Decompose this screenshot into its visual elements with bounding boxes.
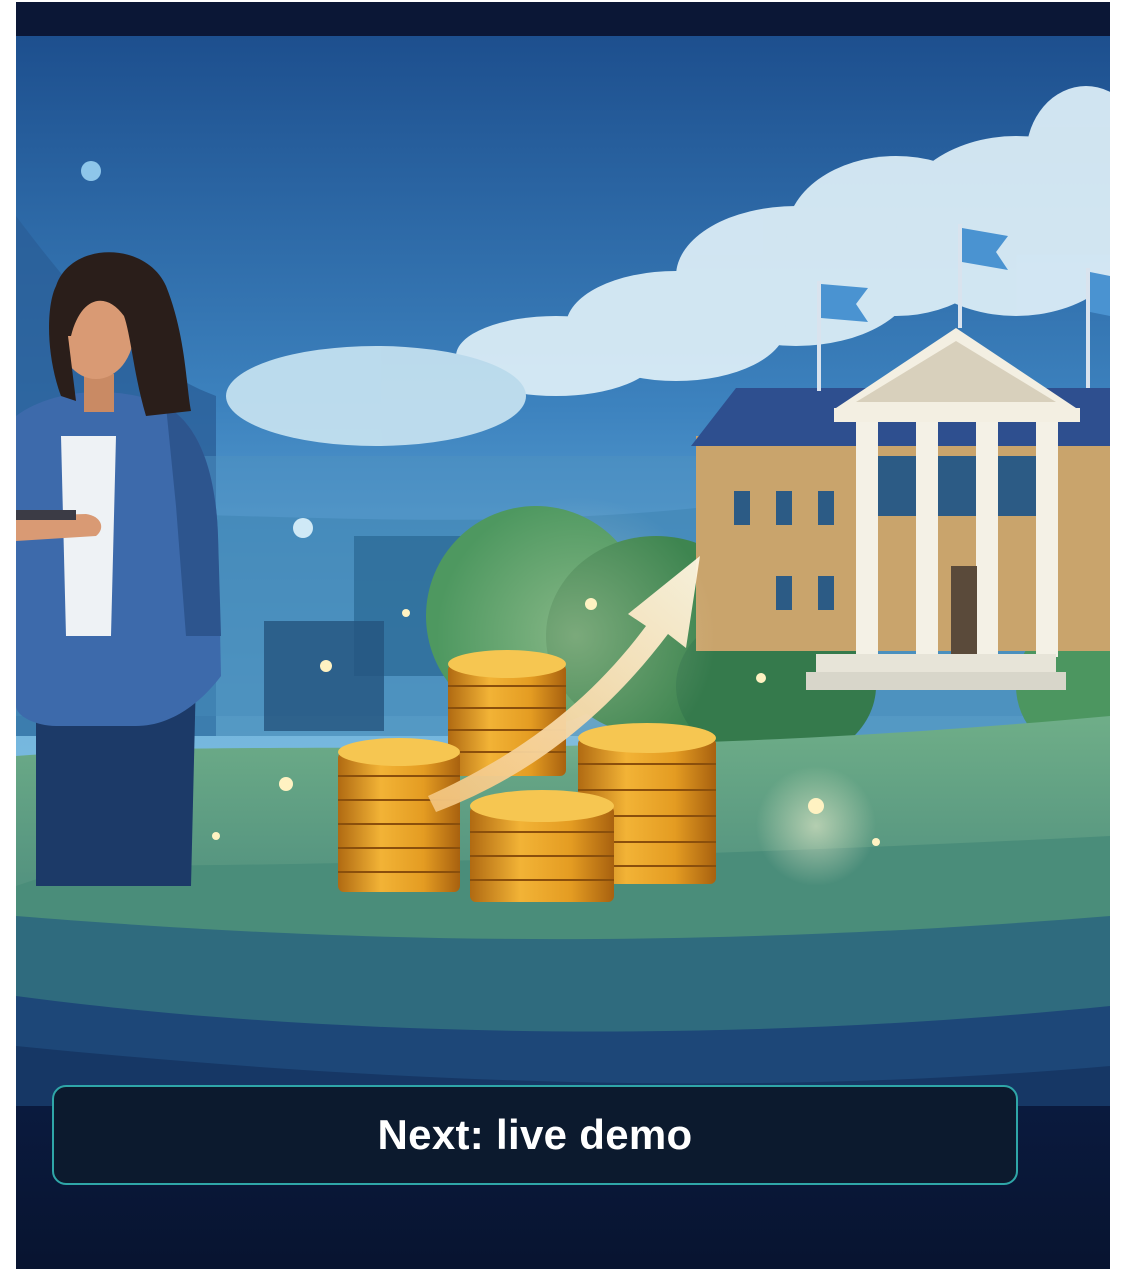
caption-box: Next: live demo [52, 1085, 1018, 1185]
top-bar [16, 2, 1110, 36]
coin-stack-front [470, 790, 614, 902]
coin-stack-left [338, 738, 460, 892]
illustration [16, 36, 1110, 1106]
caption-text: Next: live demo [377, 1111, 693, 1158]
slide-frame [16, 2, 1110, 1269]
